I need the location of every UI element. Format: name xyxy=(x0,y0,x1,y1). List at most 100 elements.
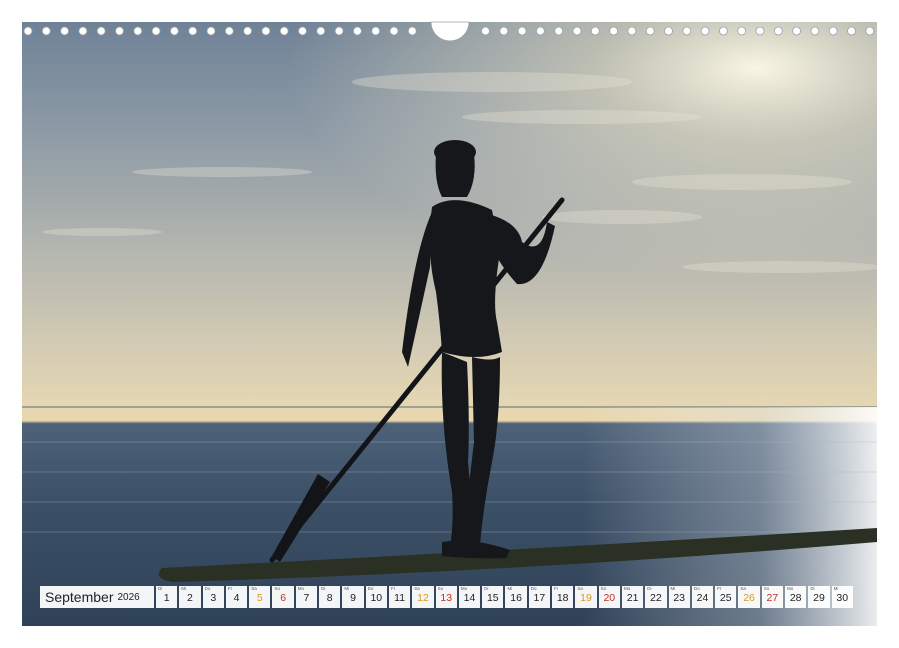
weekday-abbr: Sa xyxy=(577,586,583,591)
binding-hole xyxy=(664,26,673,36)
day-cell: So 27 xyxy=(761,586,784,608)
day-number: 3 xyxy=(210,592,217,604)
day-cell: Mo 21 xyxy=(621,586,644,608)
day-number: 20 xyxy=(603,592,616,604)
binding-hole xyxy=(334,26,344,36)
weekday-abbr: Fr xyxy=(554,586,559,591)
weekday-abbr: Mi xyxy=(507,586,513,591)
calendar-hanger-cutout xyxy=(430,20,470,42)
day-cell: Fr 25 xyxy=(715,586,737,608)
month-name: September xyxy=(45,589,114,605)
day-cell: Fr 4 xyxy=(225,586,248,608)
binding-hole xyxy=(828,26,838,36)
binding-hole xyxy=(96,26,106,36)
day-number: 19 xyxy=(580,592,592,604)
binding-hole xyxy=(755,26,765,36)
binding-hole xyxy=(536,26,545,36)
binding-hole xyxy=(316,26,326,36)
month-year: 2026 xyxy=(117,591,140,603)
day-cell: So 13 xyxy=(435,586,457,608)
binding-hole xyxy=(60,26,69,36)
weekday-abbr: Do xyxy=(204,586,211,591)
day-number: 29 xyxy=(813,592,825,604)
day-cell: So 20 xyxy=(598,586,620,608)
binding-hole xyxy=(78,26,88,36)
weekday-abbr: Mo xyxy=(297,586,305,591)
day-number: 4 xyxy=(233,592,240,604)
day-cell: Mo 14 xyxy=(458,586,481,608)
binding-hole xyxy=(865,26,875,36)
weekday-abbr: Mi xyxy=(670,586,676,591)
binding-hole xyxy=(261,26,271,36)
day-cell: Sa 5 xyxy=(249,586,271,608)
day-number: 2 xyxy=(187,592,193,604)
weekday-abbr: Di xyxy=(647,586,652,591)
day-number: 28 xyxy=(789,592,802,604)
weekday-abbr: Sa xyxy=(740,586,746,591)
binding-hole xyxy=(279,26,289,36)
binding-hole xyxy=(737,26,747,36)
binding-hole xyxy=(517,26,527,36)
weekday-abbr: Mo xyxy=(623,586,631,591)
day-number: 18 xyxy=(556,592,569,604)
month-calendar-strip: September 2026 Di 1 Mi 2 Do 3 Fr 4 Sa 5 So 6 Mo 7 Di 8 M… xyxy=(40,585,858,609)
binding-hole xyxy=(169,26,179,36)
binding-hole xyxy=(481,26,490,36)
day-cell: So 6 xyxy=(272,586,294,608)
weekday-abbr: So xyxy=(274,586,280,591)
sup-silhouette-photo xyxy=(22,22,877,626)
binding-hole xyxy=(188,26,198,36)
weekday-abbr: Fr xyxy=(227,586,233,591)
day-number: 13 xyxy=(440,592,453,604)
day-cell: Mi 2 xyxy=(179,586,201,608)
binding-hole xyxy=(23,26,33,36)
weekday-abbr: So xyxy=(600,586,607,591)
day-number: 25 xyxy=(719,592,732,604)
day-cell: Di 1 xyxy=(156,586,178,608)
weekday-abbr: Sa xyxy=(251,586,257,591)
weekday-abbr: Mi xyxy=(344,586,350,591)
day-cell: Fr 11 xyxy=(388,586,411,608)
day-cell: Do 10 xyxy=(365,586,387,608)
binding-hole xyxy=(700,26,710,36)
day-cell: Do 24 xyxy=(691,586,714,608)
day-number: 5 xyxy=(256,592,263,604)
day-number: 27 xyxy=(766,592,779,604)
day-number: 23 xyxy=(673,592,686,604)
day-number: 15 xyxy=(486,592,499,604)
binding-hole xyxy=(115,26,124,36)
binding-hole xyxy=(224,26,234,36)
day-number: 12 xyxy=(417,592,429,604)
binding-hole xyxy=(810,26,820,36)
weekday-abbr: Mo xyxy=(460,586,468,591)
day-number: 11 xyxy=(394,592,406,604)
day-cell: Mi 9 xyxy=(342,586,364,608)
day-number: 17 xyxy=(533,592,546,604)
weekday-abbr: Do xyxy=(693,586,700,591)
binding-hole xyxy=(151,26,161,36)
binding-hole xyxy=(407,26,417,36)
month-label-box: September 2026 xyxy=(40,586,154,608)
weekday-abbr: Mi xyxy=(181,586,187,591)
sunset-sea-scene xyxy=(22,22,877,626)
weekday-abbr: Di xyxy=(321,586,326,591)
binding-hole xyxy=(298,26,307,36)
day-number: 10 xyxy=(370,592,383,604)
day-cell: Di 15 xyxy=(482,586,504,608)
day-cell: Mi 30 xyxy=(831,586,853,608)
binding-hole xyxy=(133,26,143,36)
day-cell: Mi 16 xyxy=(505,586,527,608)
day-number: 24 xyxy=(696,592,709,604)
day-number: 26 xyxy=(743,592,755,604)
day-cell: Sa 26 xyxy=(738,586,760,608)
day-number: 9 xyxy=(350,592,356,604)
binding-hole xyxy=(627,26,637,36)
weekday-abbr: So xyxy=(763,586,770,591)
day-number: 21 xyxy=(626,592,639,604)
day-cell: Mo 7 xyxy=(295,586,318,608)
day-cell: Do 17 xyxy=(528,586,551,608)
binding-hole xyxy=(499,26,509,36)
day-cell: Di 8 xyxy=(319,586,341,608)
binding-hole xyxy=(773,26,783,36)
day-number: 14 xyxy=(463,592,476,604)
